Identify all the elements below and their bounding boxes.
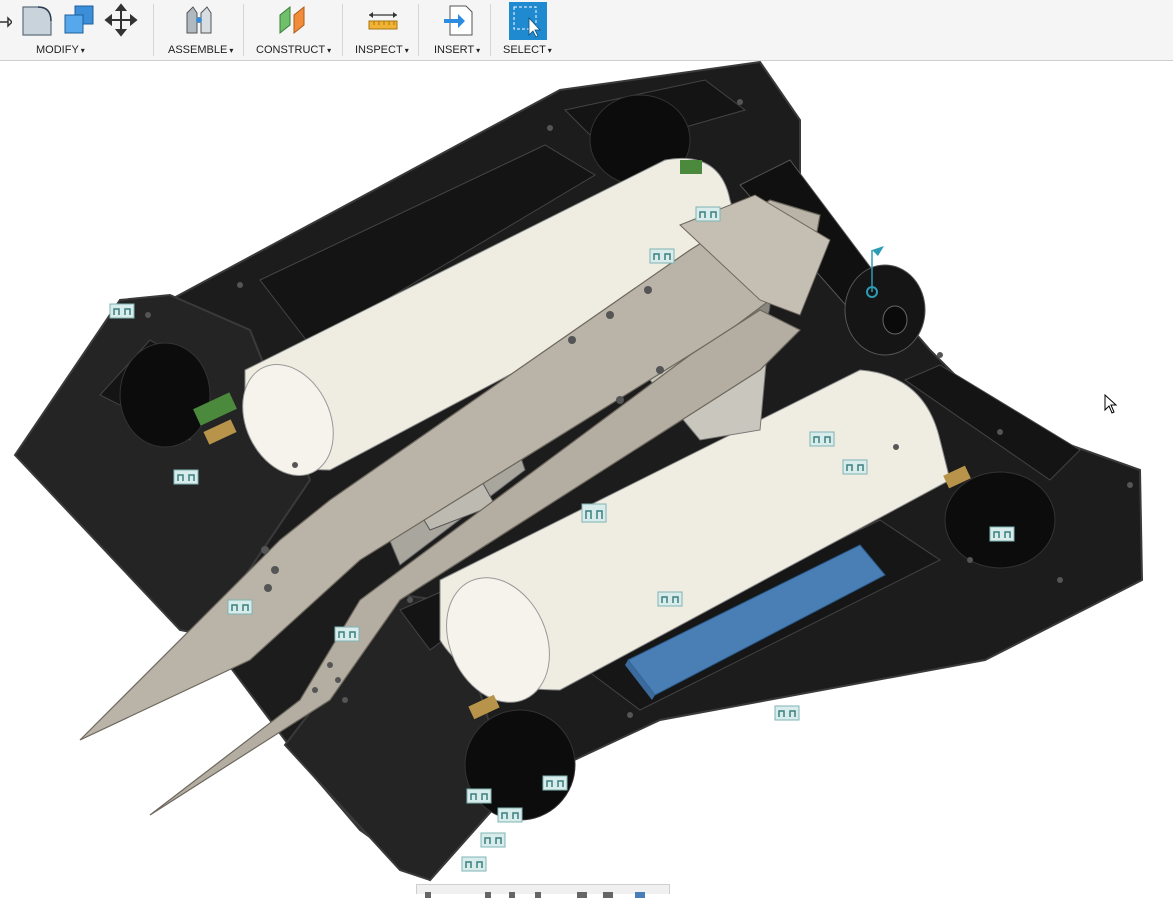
select-icon[interactable] <box>509 2 547 40</box>
wheel-front-left[interactable] <box>119 342 211 448</box>
inspect-label: INSPECT <box>355 44 403 56</box>
assemble-caret-icon: ▾ <box>229 46 234 55</box>
joint-glyph-icon[interactable] <box>989 526 1015 542</box>
toolbar: MODIFY ▾ ASSEMBLE ▾ CONSTRUCT ▾ INSPECT ▾ <box>0 0 1173 61</box>
joint-icon[interactable] <box>182 3 216 37</box>
construct-group[interactable]: CONSTRUCT ▾ <box>250 0 340 60</box>
joint-glyph-icon[interactable] <box>173 469 199 485</box>
joint-glyph-icon[interactable] <box>461 856 487 872</box>
joint-glyph-icon[interactable] <box>497 807 523 823</box>
joint-glyph-icon[interactable] <box>695 206 721 222</box>
joint-glyph-icon[interactable] <box>466 788 492 804</box>
select-group[interactable]: SELECT ▾ <box>496 0 560 60</box>
toolbar-separator <box>418 4 419 56</box>
move-icon[interactable] <box>104 3 138 37</box>
measure-icon[interactable] <box>366 3 400 37</box>
inspect-group[interactable]: INSPECT ▾ <box>348 0 414 60</box>
joint-glyph-icon[interactable] <box>809 431 835 447</box>
cursor-icon <box>1104 393 1118 419</box>
insert-group[interactable]: INSERT ▾ <box>426 0 486 60</box>
robot-model[interactable] <box>0 61 1173 893</box>
combine-icon[interactable] <box>62 3 96 37</box>
select-caret-icon: ▾ <box>547 46 552 55</box>
joint-glyph-icon[interactable] <box>227 599 253 615</box>
insert-caret-icon: ▾ <box>476 46 481 55</box>
joint-glyph-icon[interactable] <box>649 248 675 264</box>
joint-glyph-icon[interactable] <box>657 591 683 607</box>
construct-label: CONSTRUCT <box>256 44 326 56</box>
insert-icon[interactable] <box>442 3 476 37</box>
offset-plane-icon[interactable] <box>276 3 310 37</box>
construct-caret-icon: ▾ <box>327 46 332 55</box>
assemble-label: ASSEMBLE <box>168 44 228 56</box>
toolbar-separator <box>490 4 491 56</box>
toolbar-separator <box>342 4 343 56</box>
joint-glyph-icon[interactable] <box>109 303 135 319</box>
inspect-caret-icon: ▾ <box>404 46 409 55</box>
modify-group[interactable]: MODIFY ▾ <box>0 0 150 60</box>
joint-glyph-icon[interactable] <box>774 705 800 721</box>
assemble-group[interactable]: ASSEMBLE ▾ <box>160 0 240 60</box>
joint-glyph-icon[interactable] <box>480 832 506 848</box>
modify-label: MODIFY <box>36 44 79 56</box>
modify-caret-icon: ▾ <box>80 46 85 55</box>
3d-viewport[interactable] <box>0 61 1173 893</box>
wheel-rear-right[interactable] <box>944 471 1056 569</box>
modify-arrow-icon[interactable] <box>0 3 14 37</box>
joint-glyph-icon[interactable] <box>842 459 868 475</box>
fillet-icon[interactable] <box>20 3 54 37</box>
toolbar-separator <box>243 4 244 56</box>
joint-glyph-icon[interactable] <box>542 775 568 791</box>
joint-glyph-icon[interactable] <box>334 626 360 642</box>
select-label: SELECT <box>503 44 546 56</box>
insert-label: INSERT <box>434 44 475 56</box>
toolbar-separator <box>153 4 154 56</box>
joint-glyph-icon[interactable] <box>581 503 607 523</box>
